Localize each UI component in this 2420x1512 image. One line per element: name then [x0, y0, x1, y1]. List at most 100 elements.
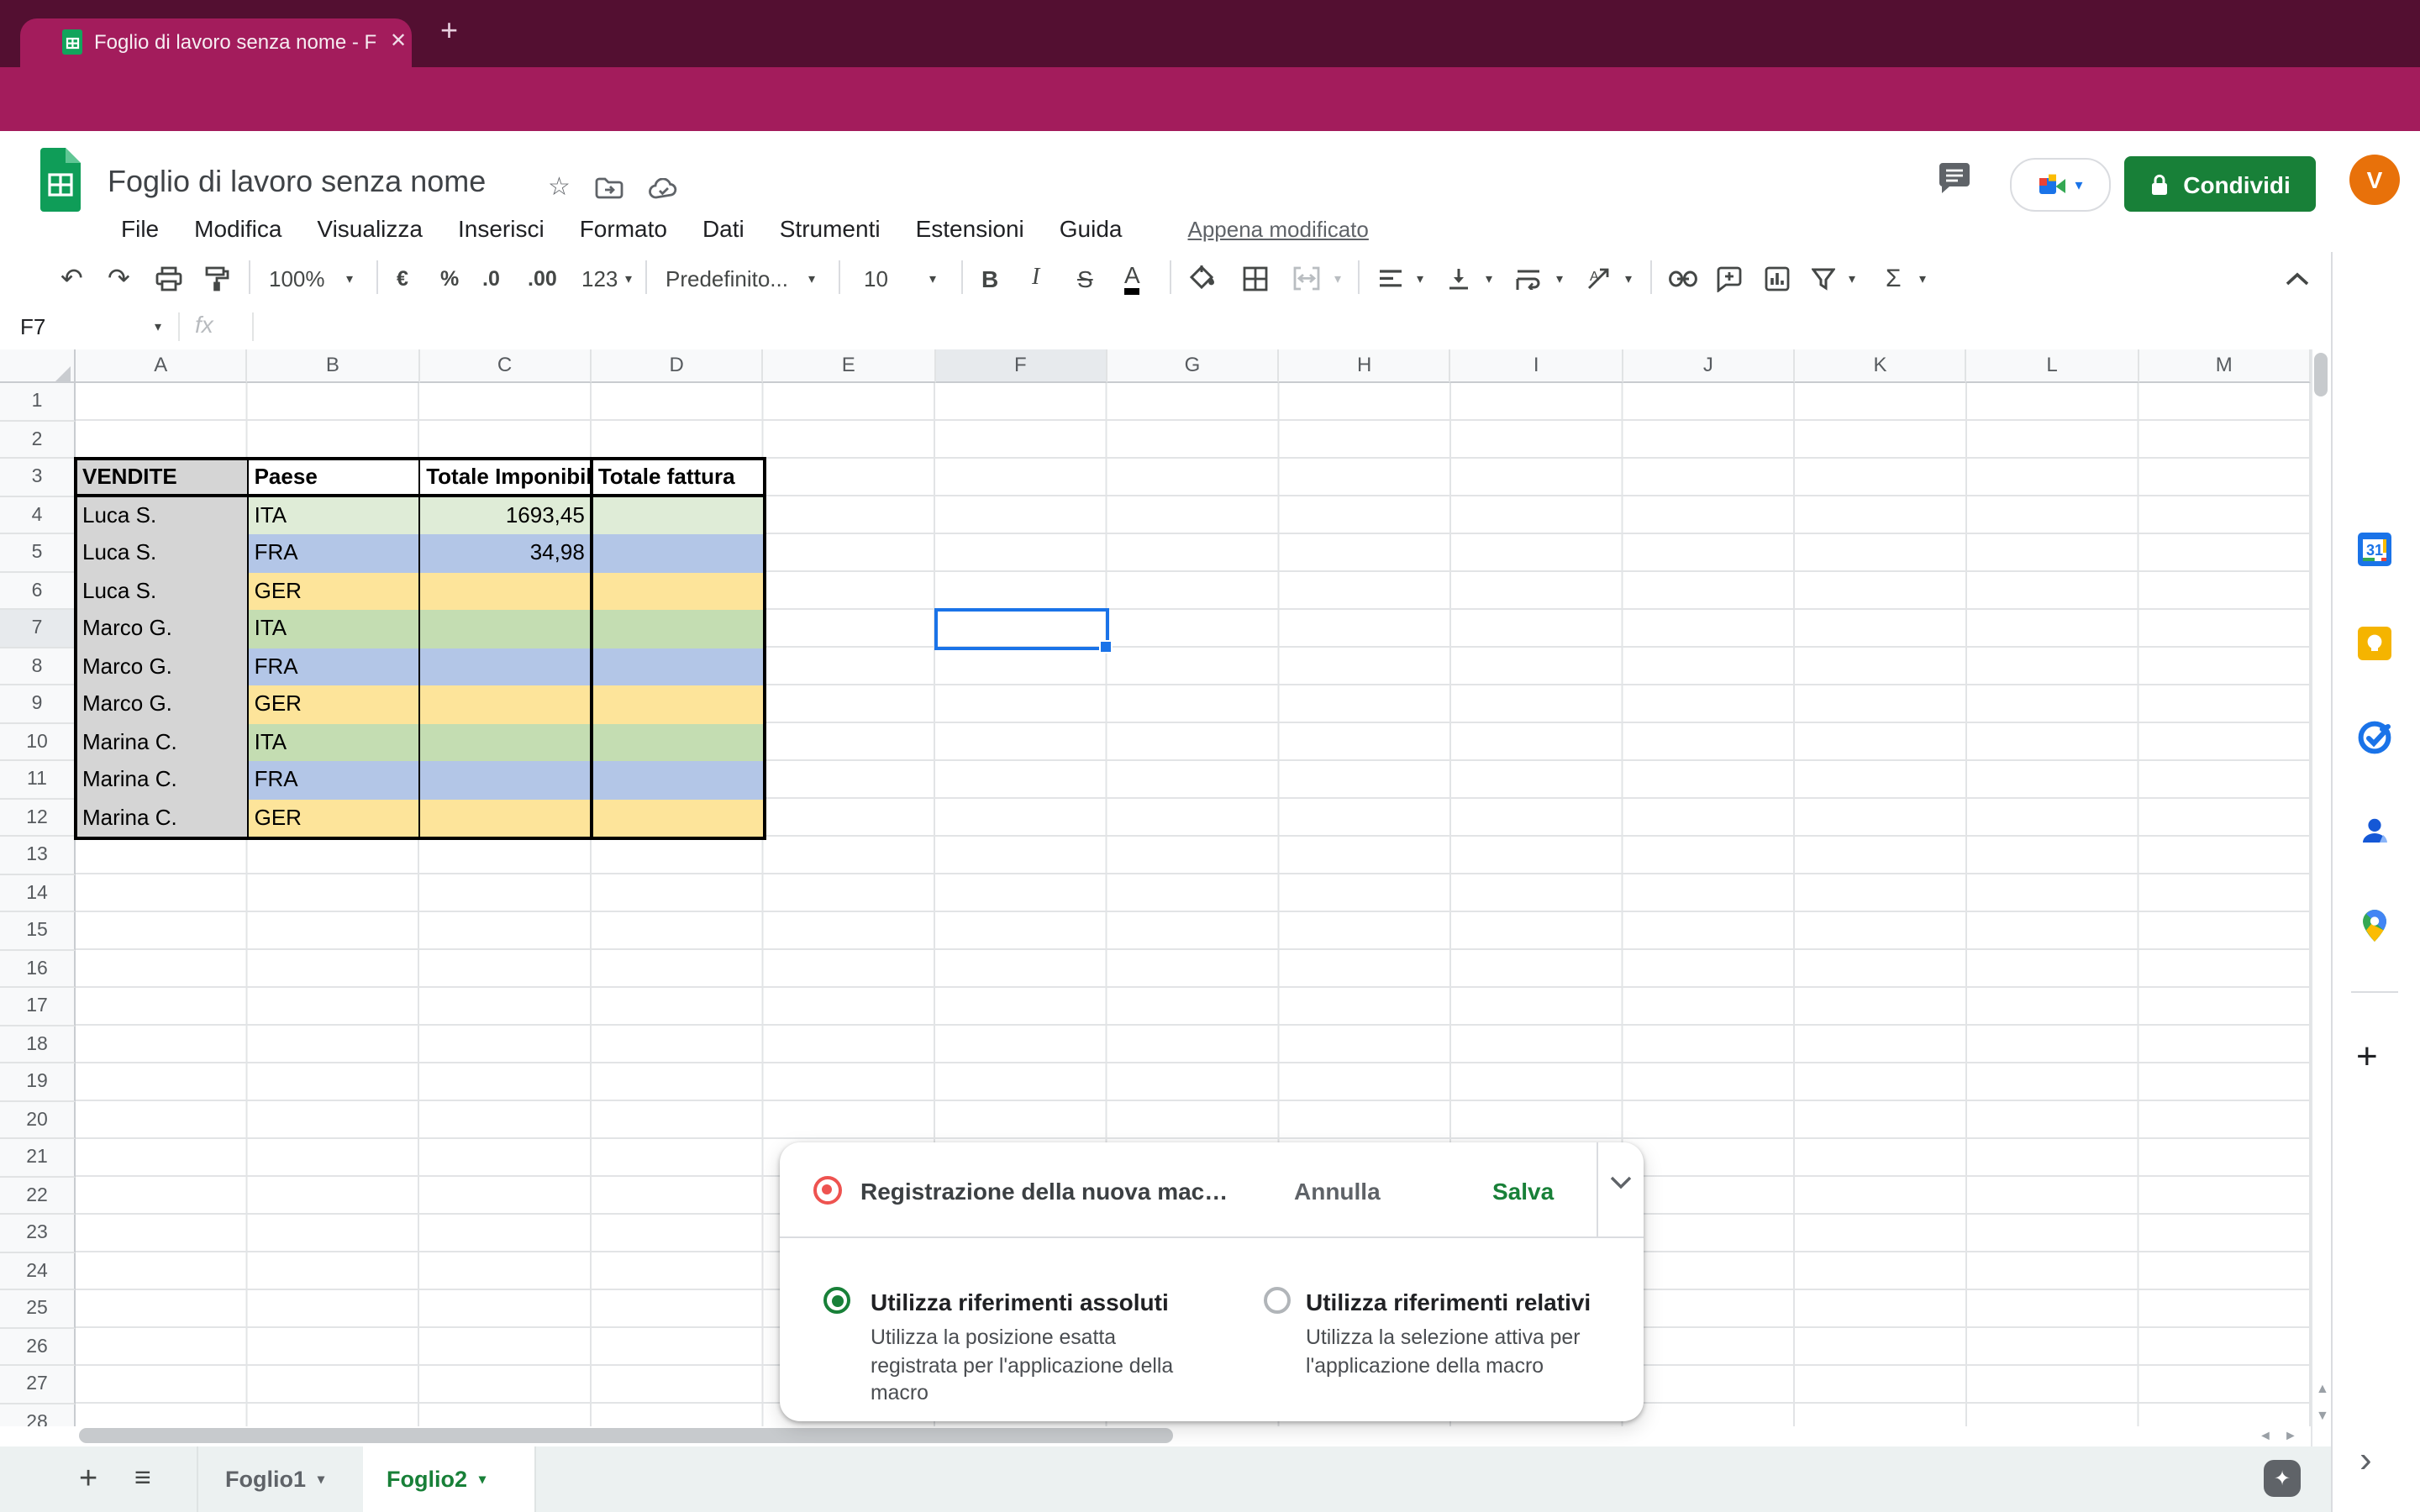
row-header-6[interactable]: 6 — [0, 572, 76, 610]
star-icon[interactable]: ☆ — [548, 171, 571, 202]
column-header-B[interactable]: B — [248, 349, 420, 383]
menu-guida[interactable]: Guida — [1060, 215, 1123, 242]
row-header-7[interactable]: 7 — [0, 610, 76, 648]
collapse-toolbar-icon[interactable] — [2286, 271, 2309, 285]
row-header-1[interactable]: 1 — [0, 383, 76, 421]
font-size-select[interactable]: 10 — [864, 265, 888, 291]
vertical-align-icon[interactable] — [1447, 266, 1470, 290]
add-addon-icon[interactable]: + — [2356, 1035, 2378, 1079]
font-select[interactable]: Predefinito... — [666, 265, 788, 291]
halign-caret-icon[interactable]: ▾ — [1417, 270, 1423, 286]
formula-input[interactable] — [269, 311, 2286, 343]
font-size-caret-icon[interactable]: ▾ — [929, 270, 936, 286]
column-header-F[interactable]: F — [935, 349, 1107, 383]
account-avatar[interactable]: V — [2349, 155, 2400, 205]
format-percent-button[interactable]: % — [440, 266, 459, 290]
tab-close-icon[interactable]: ✕ — [390, 29, 407, 52]
valign-caret-icon[interactable]: ▾ — [1486, 270, 1492, 286]
undo-icon[interactable]: ↶ — [60, 261, 83, 295]
move-folder-icon[interactable] — [595, 176, 623, 200]
expand-panel-icon[interactable]: › — [2360, 1438, 2372, 1482]
filter-caret-icon[interactable]: ▾ — [1849, 270, 1855, 286]
tasks-icon[interactable] — [2356, 719, 2393, 756]
decrease-decimals-button[interactable]: .0 — [482, 266, 500, 290]
cloud-saved-icon[interactable] — [649, 178, 679, 200]
row-header-23[interactable]: 23 — [0, 1215, 76, 1252]
macro-collapse-button[interactable] — [1597, 1142, 1645, 1236]
column-header-A[interactable]: A — [76, 349, 248, 383]
row-header-18[interactable]: 18 — [0, 1026, 76, 1063]
document-title[interactable]: Foglio di lavoro senza nome — [108, 165, 486, 200]
vertical-scrollbar[interactable] — [2311, 349, 2331, 1446]
fill-handle[interactable] — [1099, 639, 1113, 653]
row-header-3[interactable]: 3 — [0, 459, 76, 496]
formats-caret-icon[interactable]: ▾ — [625, 270, 632, 286]
vertical-scrollbar-thumb[interactable] — [2314, 353, 2328, 396]
italic-button[interactable]: I — [1032, 265, 1039, 291]
relative-references-radio[interactable] — [1264, 1287, 1291, 1314]
fill-color-icon[interactable] — [1188, 265, 1218, 291]
absolute-references-radio[interactable] — [823, 1287, 850, 1314]
column-header-H[interactable]: H — [1279, 349, 1451, 383]
column-header-C[interactable]: C — [419, 349, 592, 383]
scroll-right-icon[interactable]: ► — [2284, 1428, 2297, 1443]
meet-button[interactable]: ▾ — [2010, 158, 2111, 212]
row-header-25[interactable]: 25 — [0, 1290, 76, 1328]
select-all-corner[interactable] — [0, 349, 76, 383]
bold-button[interactable]: B — [981, 265, 998, 291]
menu-formato[interactable]: Formato — [580, 215, 667, 242]
keep-icon[interactable] — [2356, 625, 2393, 662]
row-header-22[interactable]: 22 — [0, 1177, 76, 1215]
row-header-20[interactable]: 20 — [0, 1101, 76, 1139]
row-header-17[interactable]: 17 — [0, 988, 76, 1026]
row-header-11[interactable]: 11 — [0, 761, 76, 799]
row-header-12[interactable]: 12 — [0, 799, 76, 837]
print-icon[interactable] — [155, 265, 183, 291]
paint-format-icon[interactable] — [203, 265, 230, 291]
rotation-caret-icon[interactable]: ▾ — [1625, 270, 1632, 286]
scroll-left-icon[interactable]: ◄ — [2259, 1428, 2272, 1443]
increase-decimals-button[interactable]: .00 — [528, 266, 557, 290]
sheet-tab-foglio1[interactable]: Foglio1 ▾ — [202, 1446, 348, 1512]
column-header-E[interactable]: E — [763, 349, 935, 383]
macro-save-button[interactable]: Salva — [1492, 1178, 1554, 1205]
name-box[interactable]: F7 — [20, 314, 45, 339]
row-header-5[interactable]: 5 — [0, 534, 76, 572]
horizontal-scrollbar-thumb[interactable] — [79, 1428, 1173, 1443]
row-header-19[interactable]: 19 — [0, 1063, 76, 1101]
merge-cells-icon[interactable] — [1292, 265, 1321, 291]
menu-modifica[interactable]: Modifica — [194, 215, 281, 242]
column-header-K[interactable]: K — [1795, 349, 1967, 383]
last-edit-link[interactable]: Appena modificato — [1188, 217, 1369, 244]
row-header-2[interactable]: 2 — [0, 421, 76, 459]
sheets-logo[interactable] — [37, 148, 84, 212]
font-caret-icon[interactable]: ▾ — [808, 270, 815, 286]
zoom-caret-icon[interactable]: ▾ — [346, 270, 353, 286]
macro-cancel-button[interactable]: Annulla — [1294, 1178, 1381, 1205]
text-wrap-icon[interactable] — [1516, 267, 1541, 289]
namebox-caret-icon[interactable]: ▾ — [155, 319, 161, 334]
row-header-10[interactable]: 10 — [0, 723, 76, 761]
format-currency-button[interactable]: € — [397, 266, 408, 290]
row-header-8[interactable]: 8 — [0, 648, 76, 685]
comment-history-icon[interactable] — [1936, 161, 1973, 197]
maps-icon[interactable] — [2356, 907, 2393, 944]
insert-link-icon[interactable] — [1669, 270, 1697, 286]
insert-chart-icon[interactable] — [1765, 265, 1790, 291]
column-header-M[interactable]: M — [2139, 349, 2311, 383]
scroll-up-icon[interactable]: ▲ — [2316, 1381, 2329, 1396]
row-header-15[interactable]: 15 — [0, 912, 76, 950]
strikethrough-button[interactable]: S — [1077, 265, 1093, 291]
row-header-13[interactable]: 13 — [0, 837, 76, 874]
redo-icon[interactable]: ↷ — [108, 261, 130, 295]
text-rotation-icon[interactable]: A — [1586, 266, 1612, 290]
functions-caret-icon[interactable]: ▾ — [1919, 270, 1926, 286]
column-header-J[interactable]: J — [1623, 349, 1796, 383]
column-header-L[interactable]: L — [1967, 349, 2139, 383]
menu-file[interactable]: File — [121, 215, 159, 242]
gemini-sparkle-icon[interactable]: ✦ — [2264, 1460, 2301, 1497]
all-sheets-icon[interactable]: ≡ — [134, 1462, 151, 1495]
row-header-16[interactable]: 16 — [0, 950, 76, 988]
more-formats-button[interactable]: 123 — [581, 265, 618, 291]
contacts-icon[interactable] — [2356, 813, 2393, 850]
